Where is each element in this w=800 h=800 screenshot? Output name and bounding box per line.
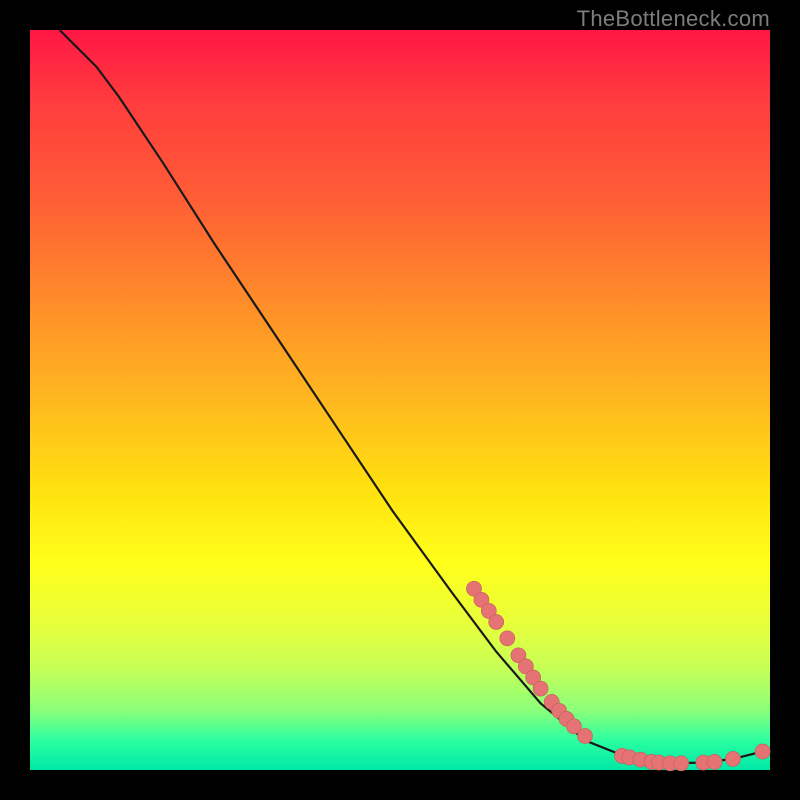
bottleneck-curve: [60, 30, 763, 763]
sample-dot: [726, 751, 741, 766]
sample-dot: [755, 744, 770, 759]
sample-dot: [578, 729, 593, 744]
sample-dot: [500, 631, 515, 646]
plot-area: [30, 30, 770, 770]
sample-dot: [674, 756, 689, 771]
chart-frame: TheBottleneck.com: [0, 0, 800, 800]
sample-dot: [533, 681, 548, 696]
sample-dot: [707, 754, 722, 769]
curve-svg: [30, 30, 770, 770]
attribution-text: TheBottleneck.com: [577, 6, 770, 32]
sample-dot: [489, 615, 504, 630]
sample-dots: [467, 581, 771, 771]
